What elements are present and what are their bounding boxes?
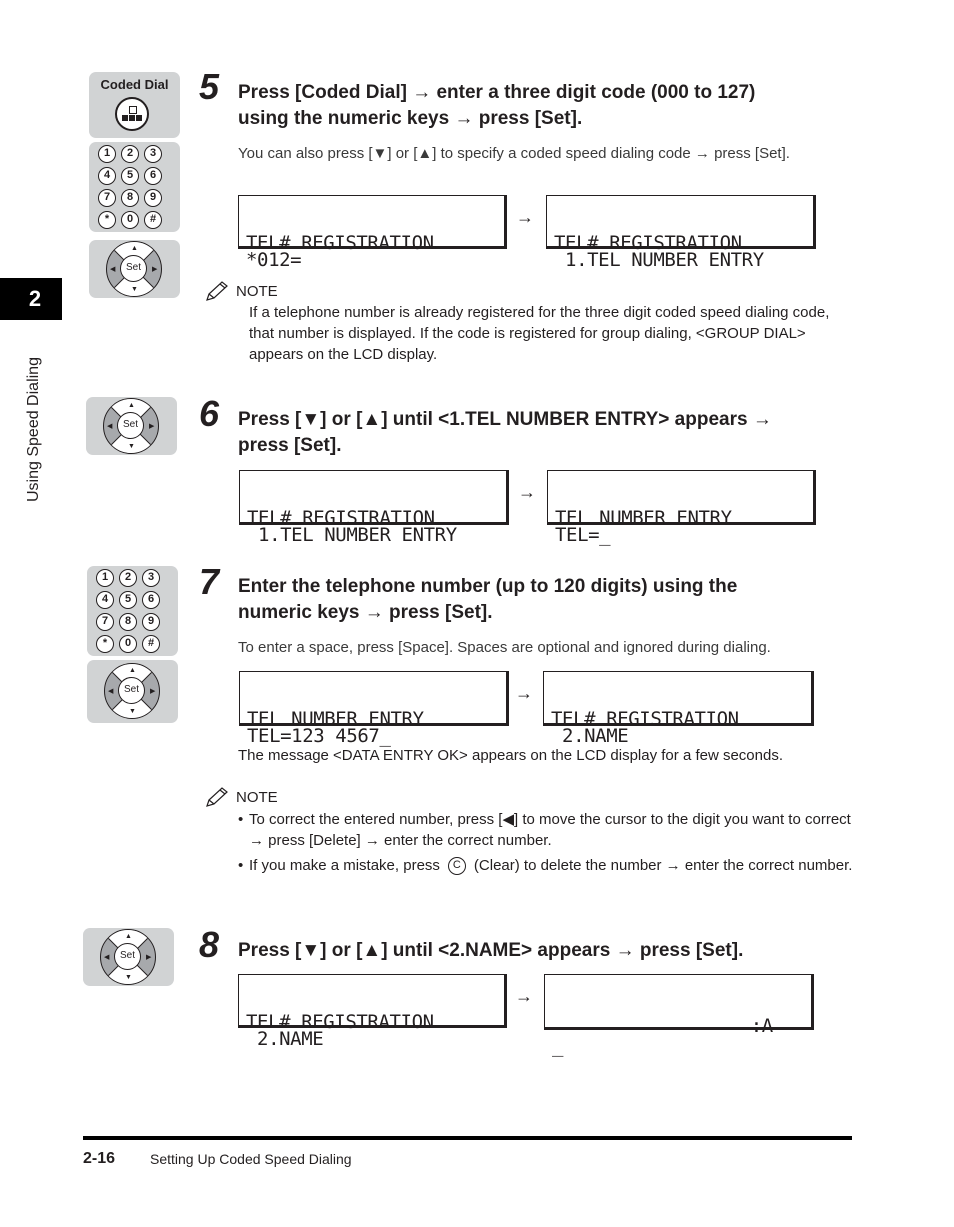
clear-key-icon: C [447, 857, 466, 876]
arrow-icon: → [515, 683, 533, 703]
page-number: 2-16 [83, 1150, 116, 1167]
chapter-number: 2 [28, 286, 42, 311]
lcd-display: TEL# REGISTRATION 1.TEL NUMBER ENTRY [546, 195, 816, 270]
coded-dial-label: Coded Dial [100, 77, 169, 92]
footer-section-title: Setting Up Coded Speed Dialing [150, 1151, 352, 1167]
coded-dial-key-panel: Coded Dial [89, 72, 180, 138]
coded-dial-button-icon [115, 97, 149, 131]
step-8-number: 8 [199, 924, 220, 965]
footer-rule [83, 1136, 852, 1140]
lcd-display: TEL NUMBER ENTRY TEL=_ [547, 470, 816, 545]
set-dial-icon: ▲ ▼ ◀ ▶ Set [83, 928, 174, 986]
step-7-title: Enter the telephone number (up to 120 di… [238, 576, 738, 623]
lcd-display: TEL# REGISTRATION 1.TEL NUMBER ENTRY [239, 470, 509, 545]
step-7-body: To enter a space, press [Space]. Spaces … [238, 639, 771, 656]
set-dial-icon: ▲ ▼ ◀ ▶ Set [86, 397, 177, 455]
note-bullet: • If you make a mistake, press C (Clear) t… [238, 857, 853, 876]
arrow-icon: → [515, 986, 533, 1006]
lcd-display: TEL# REGISTRATION *012= [238, 195, 507, 270]
lcd-display: :A _ [544, 974, 814, 1056]
arrow-icon: → [516, 207, 534, 227]
numeric-keypad-icon: 123 456 789 * 0 # [87, 566, 178, 656]
chapter-title-vertical: Using Speed Dialing [25, 330, 57, 505]
note-text: If a telephone number is already registe… [249, 304, 830, 363]
note-bullets: • To correct the entered number, press [◀… [238, 809, 853, 876]
lcd-display: TEL NUMBER ENTRY TEL=123 4567_ [239, 671, 509, 746]
set-dial-icon: ▲ ▼ ◀ ▶ Set [87, 660, 178, 723]
lcd-display: TEL# REGISTRATION 2.NAME [238, 974, 507, 1049]
chapter-title: Using Speed Dialing [25, 357, 42, 502]
step-5-number: 5 [199, 66, 220, 107]
note-bullet: • To correct the entered number, press [◀… [238, 811, 851, 849]
step-5-title: Press [Coded Dial] → enter a three digit… [238, 82, 756, 129]
step-6-title: Press [▼] or [▲] until <1.TEL NUMBER ENT… [238, 409, 772, 456]
pencil-icon [206, 281, 228, 301]
lcd-display: TEL# REGISTRATION 2.NAME [543, 671, 814, 746]
numeric-keypad-icon: 123 456 789 * 0 # [89, 142, 180, 232]
set-dial-icon: ▲ ▼ ◀ ▶ Set [89, 240, 180, 298]
chapter-tab: 2 [0, 278, 62, 320]
step-5-body: You can also press [▼] or [▲] to specify… [238, 145, 790, 162]
pencil-icon [206, 787, 228, 807]
arrow-icon: → [518, 482, 536, 502]
step-7-after-text: The message <DATA ENTRY OK> appears on t… [238, 747, 783, 764]
note-heading: NOTE [204, 280, 278, 302]
step-7-number: 7 [199, 561, 220, 602]
step-6-number: 6 [199, 393, 220, 434]
note-heading: NOTE [204, 786, 278, 808]
step-8-title: Press [▼] or [▲] until <2.NAME> appears … [238, 940, 744, 961]
